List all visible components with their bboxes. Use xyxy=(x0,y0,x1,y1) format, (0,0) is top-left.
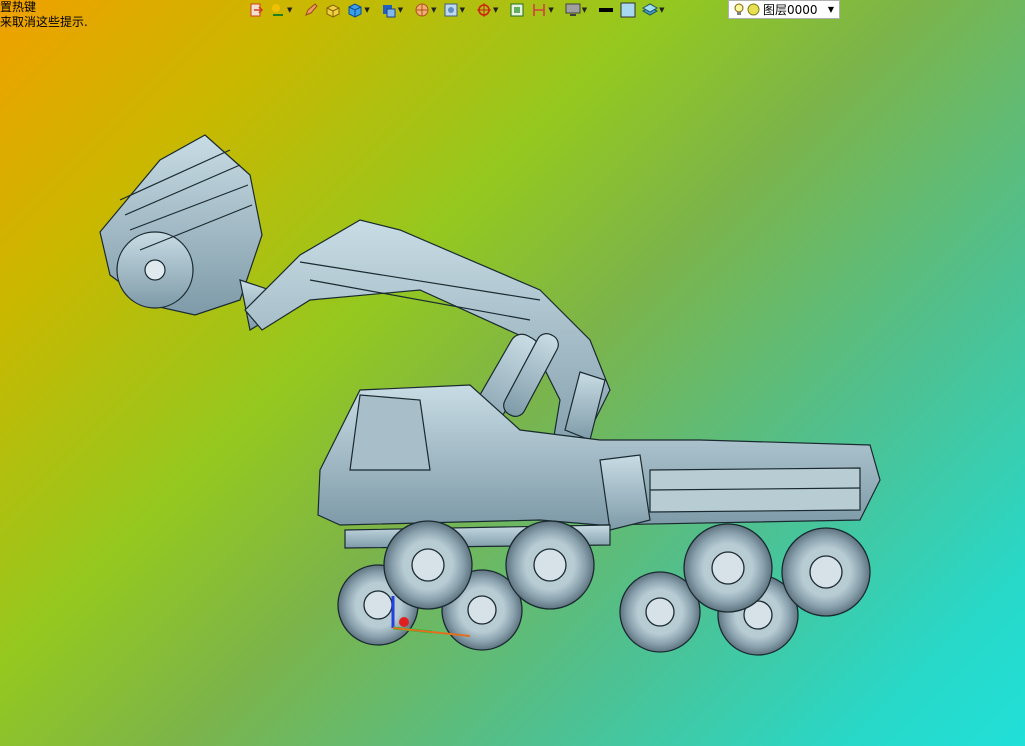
measure-button[interactable]: ▼ xyxy=(529,1,555,19)
box-button[interactable]: ▼ xyxy=(345,1,371,19)
layers-button[interactable]: ▼ xyxy=(640,1,666,19)
zoom-fit-button[interactable] xyxy=(507,1,527,19)
hint-line-1: 置热键 xyxy=(0,0,37,14)
view-orientation-icon xyxy=(382,5,396,18)
target-button[interactable]: ▼ xyxy=(474,1,500,19)
extrude-button[interactable] xyxy=(323,1,343,19)
chevron-down-icon: ▼ xyxy=(397,6,404,14)
chevron-down-icon: ▼ xyxy=(548,6,554,14)
line-color-icon xyxy=(599,8,614,12)
lightbulb-icon xyxy=(734,3,744,15)
graphics-viewport[interactable] xyxy=(0,22,1025,746)
section-view-icon xyxy=(415,3,429,17)
vehicle-model xyxy=(99,134,881,656)
chevron-down-icon: ▼ xyxy=(431,6,437,14)
chevron-down-icon: ▼ xyxy=(287,6,293,14)
measure-icon xyxy=(533,4,546,16)
display-style-button[interactable]: ▼ xyxy=(441,1,467,19)
exit-sketch-button[interactable] xyxy=(246,1,266,19)
exit-sketch-icon xyxy=(250,3,264,17)
heads-up-toolbar: ▼ ▼ ▼ ▼ ▼ ▼ ▼ ▼ ▼ xyxy=(246,0,667,20)
chevron-down-icon: ▼ xyxy=(659,6,665,14)
layer-name: 图层0000 xyxy=(763,3,818,17)
box-icon xyxy=(348,3,362,18)
layers-icon xyxy=(642,3,659,16)
chevron-down-icon: ▼ xyxy=(581,6,588,14)
extrude-icon xyxy=(326,4,340,18)
target-icon xyxy=(476,3,491,17)
fill-color-button[interactable] xyxy=(618,1,638,19)
layer-select[interactable]: 图层0000 ▼ xyxy=(728,0,840,19)
layer-sun-icon xyxy=(747,3,760,16)
sketch-button[interactable] xyxy=(301,1,321,19)
chevron-down-icon: ▼ xyxy=(459,6,465,14)
display-style-icon xyxy=(444,3,458,17)
view-orientation-button[interactable]: ▼ xyxy=(379,1,405,19)
fill-color-icon xyxy=(620,2,636,18)
chevron-down-icon: ▼ xyxy=(364,6,370,14)
section-view-button[interactable]: ▼ xyxy=(412,1,438,19)
monitor-button[interactable]: ▼ xyxy=(563,1,589,19)
pencil-icon xyxy=(305,3,319,16)
monitor-icon xyxy=(565,3,581,16)
zoom-fit-icon xyxy=(510,3,524,17)
chevron-down-icon: ▼ xyxy=(492,6,499,14)
smart-dimension-icon xyxy=(272,4,283,16)
chevron-down-icon: ▼ xyxy=(827,5,834,14)
smart-dimension-button[interactable]: ▼ xyxy=(268,1,294,19)
line-color-button[interactable] xyxy=(596,1,616,19)
